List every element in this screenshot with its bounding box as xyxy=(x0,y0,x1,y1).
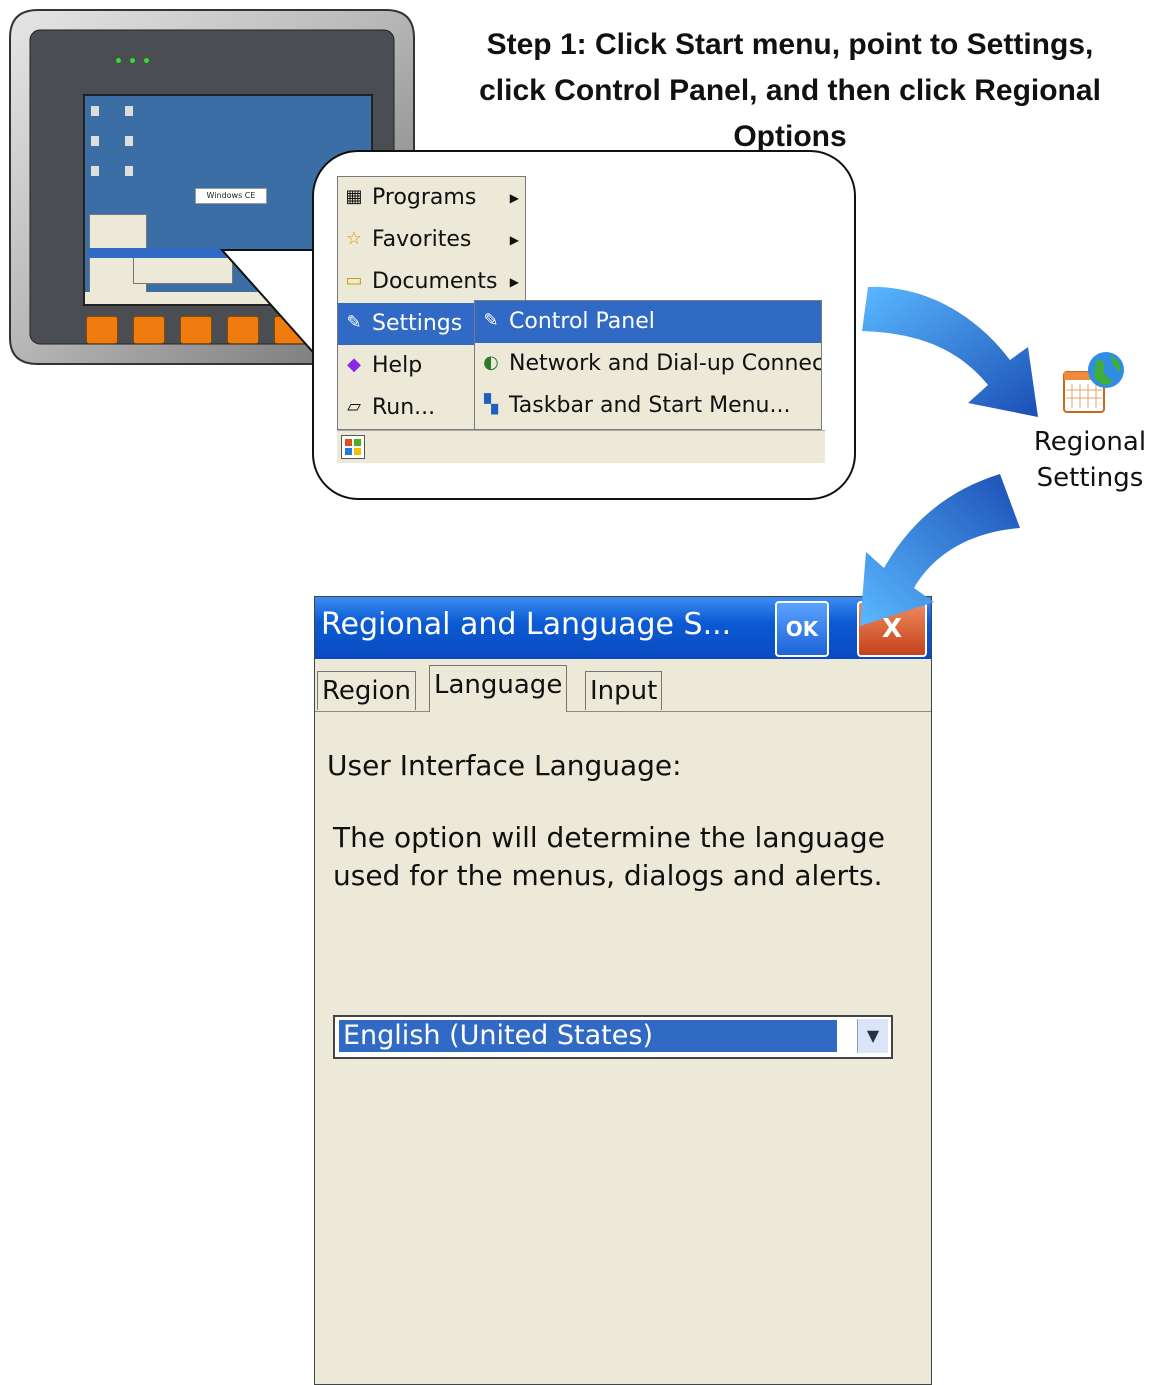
dialog-titlebar: Regional and Language S... OK X xyxy=(315,597,931,659)
menu-item-label: Network and Dial-up Connectio xyxy=(509,351,821,376)
menu-item-label: Run... xyxy=(372,395,436,420)
windows-ce-logo: Windows CE xyxy=(195,188,267,204)
flow-arrow-icon xyxy=(860,474,1020,626)
help-book-icon: ◆ xyxy=(347,354,361,375)
network-icon: ◐ xyxy=(483,352,499,373)
status-led xyxy=(130,58,135,63)
desktop-icon xyxy=(91,136,99,146)
menu-item-label: Settings xyxy=(372,311,463,336)
menu-item-label: Taskbar and Start Menu... xyxy=(509,393,791,418)
flow-arrow-icon xyxy=(862,286,1038,417)
programs-icon: ▦ xyxy=(345,186,363,207)
regional-language-dialog: Regional and Language S... OK X Region L… xyxy=(314,596,932,1385)
desktop-icon xyxy=(125,136,133,146)
menu-item-programs[interactable]: ▦ Programs ▶ xyxy=(338,177,525,219)
device-button xyxy=(180,316,212,344)
taskbar-icon: ▚ xyxy=(484,394,498,415)
submenu-arrow-icon: ▶ xyxy=(509,191,519,205)
tab-input[interactable]: Input xyxy=(585,671,663,710)
menu-item-label: Documents xyxy=(372,269,498,294)
submenu-arrow-icon: ▶ xyxy=(509,233,519,247)
menu-item-label: Programs xyxy=(372,185,477,210)
step-line-2: click Control Panel, and then click Regi… xyxy=(479,74,1101,107)
control-panel-icon: ✎ xyxy=(483,310,499,331)
submenu-arrow-icon: ▶ xyxy=(509,275,519,289)
start-button[interactable] xyxy=(341,435,365,459)
regional-settings-icon[interactable] xyxy=(1060,348,1130,418)
tab-language[interactable]: Language xyxy=(429,665,568,712)
menu-item-control-panel[interactable]: ✎ Control Panel xyxy=(475,301,821,343)
run-icon: ▱ xyxy=(347,396,361,417)
star-icon: ☆ xyxy=(345,228,363,249)
section-heading: User Interface Language: xyxy=(327,749,682,782)
status-led xyxy=(116,58,121,63)
language-select[interactable]: English (United States) ▼ xyxy=(333,1015,893,1059)
regional-label-line-2: Settings xyxy=(1036,463,1144,493)
regional-label-line-1: Regional xyxy=(1033,427,1147,457)
desktop-icon xyxy=(125,106,133,116)
menu-item-documents[interactable]: ▭ Documents ▶ xyxy=(338,261,525,303)
windows-logo-icon xyxy=(345,439,361,455)
step-instruction: Step 1: Click Start menu, point to Setti… xyxy=(420,22,1160,160)
tab-region[interactable]: Region xyxy=(317,671,417,710)
menu-item-label: Help xyxy=(372,353,423,378)
dialog-title: Regional and Language S... xyxy=(321,607,732,642)
settings-icon: ✎ xyxy=(346,312,362,333)
folder-icon: ▭ xyxy=(345,270,363,291)
menu-item-label: Control Panel xyxy=(509,309,655,334)
desktop-icon xyxy=(125,166,133,176)
device-button xyxy=(133,316,165,344)
status-led xyxy=(144,58,149,63)
menu-item-network[interactable]: ◐ Network and Dial-up Connectio xyxy=(475,343,821,385)
tab-bar: Region Language Input xyxy=(315,663,931,712)
settings-submenu: ✎ Control Panel ◐ Network and Dial-up Co… xyxy=(474,300,822,430)
desktop-icon xyxy=(91,166,99,176)
regional-settings-label[interactable]: Regional Settings xyxy=(1015,424,1165,496)
taskbar xyxy=(337,430,825,463)
description-text: The option will determine the language u… xyxy=(333,821,885,892)
menu-item-taskbar[interactable]: ▚ Taskbar and Start Menu... xyxy=(475,385,821,427)
device-button xyxy=(86,316,118,344)
ok-button[interactable]: OK xyxy=(775,601,829,657)
menu-item-favorites[interactable]: ☆ Favorites ▶ xyxy=(338,219,525,261)
language-select-value: English (United States) xyxy=(339,1020,837,1052)
step-line-1: Step 1: Click Start menu, point to Setti… xyxy=(486,28,1094,61)
menu-item-label: Favorites xyxy=(372,227,472,252)
desktop-icon xyxy=(91,106,99,116)
chevron-down-icon[interactable]: ▼ xyxy=(857,1019,888,1053)
